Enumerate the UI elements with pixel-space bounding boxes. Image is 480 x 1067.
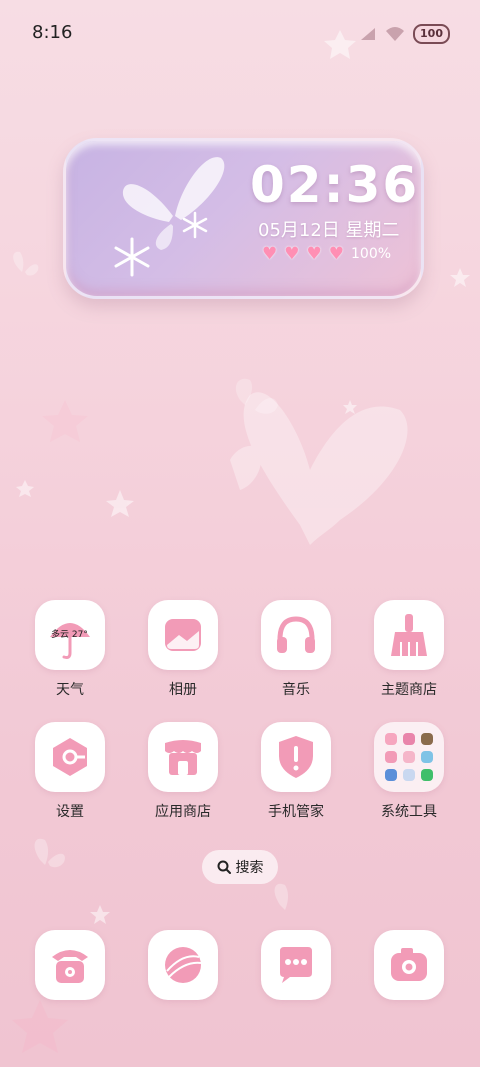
widget-date: 05月12日 星期二 — [258, 220, 400, 241]
widget-time: 02:36 — [250, 156, 420, 214]
search-icon — [217, 860, 231, 874]
folder-preview-grid — [385, 733, 433, 781]
mini-app-icon — [385, 733, 397, 745]
gear-icon — [53, 738, 87, 776]
app-icon[interactable] — [148, 930, 218, 1000]
mini-app-icon — [403, 733, 415, 745]
app-settings[interactable]: 设置 — [25, 722, 115, 821]
store-icon — [165, 740, 201, 775]
camera-icon — [391, 948, 427, 981]
mini-app-icon — [385, 769, 397, 781]
mini-app-icon — [421, 733, 433, 745]
phone-icon — [52, 950, 88, 983]
headphones-icon — [277, 616, 315, 653]
brush-icon — [391, 614, 427, 656]
dock-browser[interactable] — [138, 930, 228, 1000]
app-weather[interactable]: 多云 27° 天气 — [25, 600, 115, 699]
app-label: 天气 — [56, 682, 84, 698]
dock-camera[interactable] — [364, 930, 454, 1000]
app-icon[interactable] — [261, 600, 331, 670]
app-icon[interactable] — [35, 722, 105, 792]
app-gallery[interactable]: 相册 — [138, 600, 228, 699]
status-icons: 100 — [359, 24, 450, 44]
mini-app-icon — [385, 751, 397, 763]
app-label: 相册 — [169, 682, 197, 698]
app-label: 音乐 — [282, 682, 310, 698]
app-icon[interactable] — [148, 722, 218, 792]
app-icon[interactable] — [35, 930, 105, 1000]
search-button[interactable]: 搜索 — [202, 850, 278, 884]
mini-app-icon — [403, 769, 415, 781]
shield-icon — [279, 736, 313, 778]
app-label: 设置 — [56, 804, 84, 820]
app-icon[interactable] — [374, 930, 444, 1000]
search-label: 搜索 — [235, 860, 264, 876]
app-label: 主题商店 — [381, 682, 437, 698]
app-label: 系统工具 — [381, 804, 437, 820]
heart-icon: ♥ — [284, 244, 300, 264]
app-icon[interactable] — [374, 600, 444, 670]
folder-icon[interactable] — [374, 722, 444, 792]
heart-icon: ♥ — [328, 244, 344, 264]
app-icon[interactable] — [261, 930, 331, 1000]
wifi-icon — [386, 27, 405, 41]
app-label: 手机管家 — [268, 804, 324, 820]
app-theme-store[interactable]: 主题商店 — [364, 600, 454, 699]
mini-app-icon — [403, 751, 415, 763]
app-icon[interactable] — [261, 722, 331, 792]
widget-battery-percent: 100% — [351, 246, 392, 262]
folder-system-tools[interactable]: 系统工具 — [364, 722, 454, 821]
heart-icon: ♥ — [306, 244, 322, 264]
app-phone-manager[interactable]: 手机管家 — [251, 722, 341, 821]
status-time: 8:16 — [32, 22, 73, 43]
dock-phone[interactable] — [25, 930, 115, 1000]
weather-badge: 多云 27° — [51, 630, 88, 640]
app-store[interactable]: 应用商店 — [138, 722, 228, 821]
mini-app-icon — [421, 769, 433, 781]
app-icon[interactable] — [148, 600, 218, 670]
snowflake-icon — [114, 237, 150, 277]
snowflake-icon — [182, 211, 208, 239]
picture-icon — [165, 619, 201, 651]
widget-battery: ♥ ♥ ♥ ♥ 100% — [262, 244, 391, 264]
app-icon[interactable]: 多云 27° — [35, 600, 105, 670]
dock-messages[interactable] — [251, 930, 341, 1000]
mini-app-icon — [421, 751, 433, 763]
app-music[interactable]: 音乐 — [251, 600, 341, 699]
heart-icon: ♥ — [262, 244, 278, 264]
browser-icon — [165, 947, 202, 983]
cellular-signal-icon — [361, 28, 376, 40]
message-icon — [280, 947, 312, 983]
battery-indicator: 100 — [413, 24, 450, 44]
app-label: 应用商店 — [155, 804, 211, 820]
